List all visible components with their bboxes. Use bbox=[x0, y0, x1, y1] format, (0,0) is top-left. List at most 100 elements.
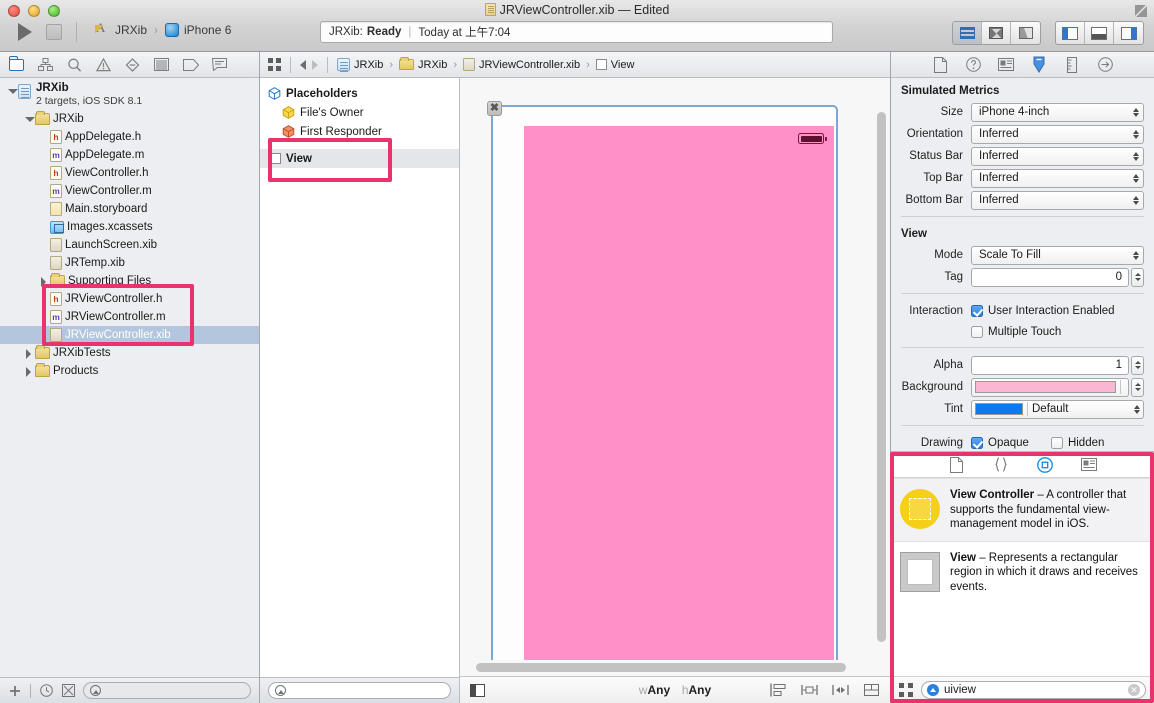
project-file-row[interactable]: JRViewController.xib bbox=[0, 326, 259, 344]
user-interaction-enabled-checkbox[interactable]: User Interaction Enabled bbox=[971, 305, 1144, 317]
forward-arrow-icon[interactable] bbox=[312, 59, 318, 70]
background-color-well[interactable] bbox=[971, 377, 1129, 397]
add-file-button[interactable] bbox=[8, 684, 22, 698]
bottom-bar-popup[interactable]: Inferred bbox=[971, 190, 1144, 210]
identity-inspector-tab[interactable] bbox=[998, 57, 1014, 73]
resize-behavior-icon[interactable] bbox=[863, 683, 880, 697]
toggle-utilities-button[interactable] bbox=[1114, 22, 1143, 44]
disclosure-triangle[interactable] bbox=[38, 276, 49, 287]
debug-navigator-tab[interactable] bbox=[153, 57, 170, 72]
breadcrumb-item-2[interactable]: JRViewController.xib bbox=[479, 59, 580, 71]
project-file-row[interactable]: h AppDelegate.h bbox=[0, 128, 259, 146]
grid-layout-icon[interactable] bbox=[899, 683, 913, 697]
project-file-list[interactable]: JRXib h AppDelegate.h m AppDelegate.m h ViewCo… bbox=[0, 110, 259, 380]
tint-color-well[interactable]: Default bbox=[971, 399, 1144, 419]
navigator-filter-field[interactable] bbox=[83, 682, 251, 699]
project-file-row[interactable]: Main.storyboard bbox=[0, 200, 259, 218]
alpha-input[interactable]: 1 bbox=[971, 355, 1129, 375]
library-item-view-controller[interactable]: View Controller – A controller that supp… bbox=[891, 478, 1154, 542]
project-file-row[interactable]: m ViewController.m bbox=[0, 182, 259, 200]
top-bar-popup[interactable]: Inferred bbox=[971, 168, 1144, 188]
hidden-checkbox[interactable]: Hidden bbox=[1050, 437, 1104, 449]
navigator-tab-bar[interactable] bbox=[0, 52, 259, 78]
view-canvas-object[interactable] bbox=[524, 126, 834, 660]
disclosure-triangle[interactable] bbox=[6, 86, 18, 97]
run-button[interactable] bbox=[18, 23, 32, 41]
background-color-swatch[interactable] bbox=[975, 381, 1116, 393]
project-file-row[interactable]: h ViewController.h bbox=[0, 164, 259, 182]
breakpoint-navigator-tab[interactable] bbox=[182, 57, 199, 72]
file-template-library-tab[interactable] bbox=[949, 456, 965, 473]
project-file-row[interactable]: LaunchScreen.xib bbox=[0, 236, 259, 254]
align-icon[interactable] bbox=[770, 683, 787, 697]
file-inspector-tab[interactable] bbox=[932, 56, 948, 73]
scheme-selector[interactable]: JRXib › iPhone 6 bbox=[95, 20, 231, 37]
project-navigator-tab[interactable] bbox=[8, 56, 25, 72]
canvas-horizontal-scrollbar[interactable] bbox=[476, 663, 846, 672]
outline-section-placeholders[interactable]: Placeholders bbox=[260, 84, 459, 103]
status-bar-popup[interactable]: Inferred bbox=[971, 146, 1144, 166]
size-inspector-tab[interactable] bbox=[1064, 56, 1080, 73]
checkbox-icon[interactable] bbox=[971, 305, 983, 317]
tag-stepper[interactable] bbox=[1131, 267, 1144, 287]
jump-bar[interactable]: JRXib › JRXib › JRViewController.xib › V… bbox=[260, 52, 890, 78]
assistant-editor-button[interactable] bbox=[982, 22, 1011, 44]
checkbox-icon[interactable] bbox=[1050, 437, 1063, 449]
breadcrumb[interactable]: JRXib › JRXib › JRViewController.xib › V… bbox=[337, 57, 634, 71]
clear-search-icon[interactable]: ✕ bbox=[1128, 684, 1140, 696]
tint-color-swatch[interactable] bbox=[975, 403, 1023, 415]
related-items-icon[interactable] bbox=[268, 58, 281, 71]
test-navigator-tab[interactable] bbox=[124, 57, 141, 72]
project-root-row[interactable]: JRXib 2 targets, iOS SDK 8.1 bbox=[0, 82, 259, 110]
size-class-indicator[interactable]: wAny hAny bbox=[460, 683, 890, 697]
outline-filter-field[interactable] bbox=[268, 682, 451, 699]
library-search-field[interactable]: uiview ✕ bbox=[921, 681, 1146, 699]
outline-object-view[interactable]: View bbox=[260, 149, 459, 168]
close-icon[interactable]: ✖ bbox=[487, 101, 502, 116]
opaque-checkbox[interactable]: Opaque bbox=[971, 437, 1029, 449]
media-library-tab[interactable] bbox=[1080, 457, 1097, 473]
code-snippet-library-tab[interactable] bbox=[993, 457, 1009, 473]
version-editor-button[interactable] bbox=[1011, 22, 1040, 44]
back-arrow-icon[interactable] bbox=[300, 59, 306, 70]
quick-help-inspector-tab[interactable] bbox=[965, 57, 981, 73]
mode-popup[interactable]: Scale To Fill bbox=[971, 245, 1144, 265]
project-file-row[interactable]: Supporting Files bbox=[0, 272, 259, 290]
disclosure-triangle[interactable] bbox=[23, 366, 34, 377]
find-navigator-tab[interactable] bbox=[66, 57, 83, 72]
toggle-navigator-button[interactable] bbox=[1056, 22, 1085, 44]
breadcrumb-item-0[interactable]: JRXib bbox=[354, 59, 383, 71]
inspector-tab-bar[interactable] bbox=[891, 52, 1154, 78]
project-tree[interactable]: JRXib 2 targets, iOS SDK 8.1 JRXib h AppDe… bbox=[0, 78, 259, 677]
checkbox-icon[interactable] bbox=[971, 326, 983, 338]
multiple-touch-checkbox[interactable]: Multiple Touch bbox=[971, 326, 1144, 338]
outline-tree[interactable]: Placeholders File's Owner First Responde… bbox=[260, 78, 459, 677]
breadcrumb-item-1[interactable]: JRXib bbox=[418, 59, 447, 71]
toggle-debug-button[interactable] bbox=[1085, 22, 1114, 44]
library-object-list[interactable]: View Controller – A controller that supp… bbox=[891, 478, 1154, 676]
project-file-row[interactable]: h JRViewController.h bbox=[0, 290, 259, 308]
outline-item-files-owner[interactable]: File's Owner bbox=[260, 103, 459, 122]
project-file-row[interactable]: JRTemp.xib bbox=[0, 254, 259, 272]
library-item-view[interactable]: View – Represents a rectangular region i… bbox=[891, 542, 1154, 604]
issue-navigator-tab[interactable] bbox=[95, 57, 112, 72]
stop-button[interactable] bbox=[46, 24, 62, 40]
view-toggle-segments[interactable] bbox=[1055, 21, 1144, 45]
resolve-issues-icon[interactable] bbox=[832, 683, 849, 697]
fullscreen-icon[interactable] bbox=[1135, 5, 1147, 17]
outline-item-first-responder[interactable]: First Responder bbox=[260, 122, 459, 141]
report-navigator-tab[interactable] bbox=[211, 57, 228, 72]
project-file-row[interactable]: JRXibTests bbox=[0, 344, 259, 362]
size-popup[interactable]: iPhone 4-inch bbox=[971, 102, 1144, 122]
interface-builder-canvas[interactable]: ✖ wAny hAny bbox=[460, 78, 890, 703]
clock-icon[interactable] bbox=[39, 684, 53, 698]
canvas-scroll-area[interactable]: ✖ bbox=[460, 78, 890, 660]
orientation-popup[interactable]: Inferred bbox=[971, 124, 1144, 144]
canvas-vertical-scrollbar[interactable] bbox=[877, 112, 886, 642]
project-file-row[interactable]: JRXib bbox=[0, 110, 259, 128]
connections-inspector-tab[interactable] bbox=[1097, 57, 1113, 73]
disclosure-triangle[interactable] bbox=[23, 348, 34, 359]
disclosure-triangle[interactable] bbox=[23, 114, 35, 125]
standard-editor-button[interactable] bbox=[953, 22, 982, 44]
attributes-inspector-tab[interactable] bbox=[1031, 56, 1047, 73]
